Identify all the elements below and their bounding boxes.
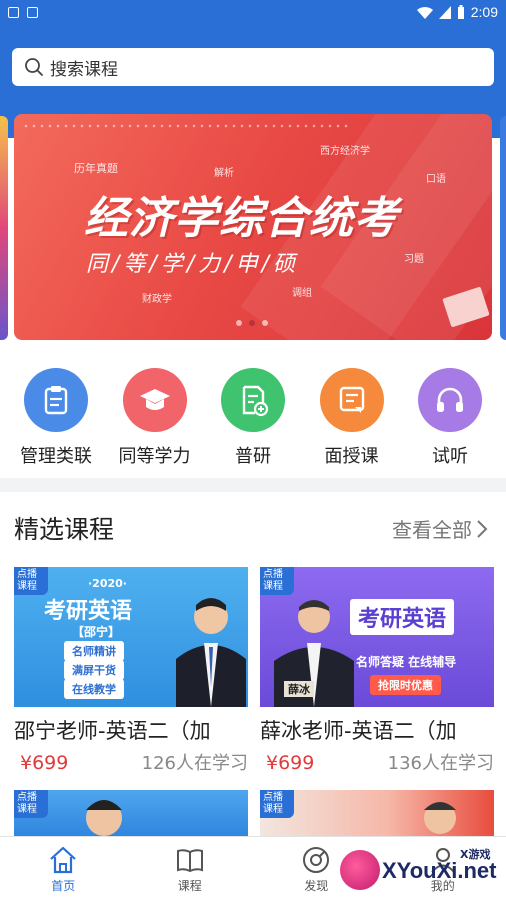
banner-subtitle: 同/等/学/力/申/硕	[86, 252, 300, 277]
category-label: 管理类联	[20, 446, 92, 467]
banner-label: 解析	[214, 168, 234, 179]
tab-label: 课程	[177, 879, 202, 893]
teacher-photo	[86, 800, 122, 836]
wifi-icon	[416, 6, 433, 19]
home-icon	[50, 846, 76, 874]
banner-label: 习题	[404, 254, 424, 265]
category-label: 同等学力	[118, 446, 191, 467]
compass-icon	[303, 847, 330, 873]
course-title: 邵宁老师-英语二（加	[14, 719, 211, 743]
banner-slide[interactable]: 历年真题 西方经济学 口语 经济学综合统考 同/等/学/力/申/硕 财政学 调组…	[14, 114, 492, 340]
course-card[interactable]: 点播课程	[14, 790, 248, 836]
notification-icon	[27, 6, 38, 18]
view-all-link[interactable]: 查看全部	[392, 514, 488, 543]
thumb-line: 名师答疑 在线辅导	[356, 655, 457, 669]
signal-icon	[438, 5, 451, 19]
banner-label: 调组	[292, 288, 312, 299]
course-card[interactable]: 点播课程 ·2020· 考研英语 【邵宁】 名师精讲 满屏干货 在线教学 邵宁老…	[14, 567, 248, 775]
watermark: XYouXi.net X游戏	[336, 846, 504, 894]
section-title: 精选课程	[14, 515, 115, 544]
tab-courses[interactable]: 课程	[127, 837, 254, 900]
search-placeholder: 搜索课程	[50, 59, 118, 80]
document-add-icon	[242, 385, 269, 417]
category-shiting[interactable]: 试听	[402, 362, 498, 474]
course-card[interactable]: 点播课程 考研英语 名师答疑 在线辅导 抢限时优惠 薛冰 薛冰老师-英语二（加 …	[260, 567, 494, 775]
teacher-photo	[176, 598, 246, 707]
thumb-pill: 满屏干货	[64, 660, 124, 680]
thumb-teacher-name: 薛冰	[284, 681, 314, 697]
pager-dot	[262, 320, 268, 326]
course-learners: 136人在学习	[387, 753, 494, 774]
course-thumbnail: 点播课程	[14, 790, 248, 836]
course-thumbnail: 点播课程 考研英语 名师答疑 在线辅导 抢限时优惠 薛冰	[260, 567, 494, 707]
tab-label: 发现	[304, 879, 329, 893]
search-icon	[25, 58, 43, 76]
course-thumbnail: 点播课程 ·2020· 考研英语 【邵宁】 名师精讲 满屏干货 在线教学	[14, 567, 248, 707]
course-title: 薛冰老师-英语二（加	[260, 719, 457, 743]
category-guanli[interactable]: 管理类联	[8, 362, 104, 474]
battery-icon	[457, 5, 464, 19]
chevron-right-icon	[477, 519, 488, 538]
thumb-pill: 抢限时优惠	[370, 675, 441, 695]
thumb-year: ·2020·	[88, 577, 127, 590]
pager-dot-active	[249, 320, 255, 326]
thumb-teacher: 【邵宁】	[72, 625, 121, 639]
course-tag: 点播课程	[14, 567, 48, 595]
category-tongdeng[interactable]: 同等学力	[107, 362, 203, 474]
thumb-pill: 在线教学	[64, 679, 124, 699]
thumb-heading: 考研英语	[44, 599, 133, 624]
graduation-cap-icon	[139, 389, 170, 410]
status-bar: 2:09	[0, 0, 506, 24]
pager-dot	[236, 320, 242, 326]
tab-home[interactable]: 首页	[0, 837, 127, 900]
view-all-label: 查看全部	[392, 518, 472, 542]
section-divider	[0, 478, 506, 492]
course-tag: 点播课程	[14, 790, 48, 818]
watermark-logo	[340, 850, 380, 890]
banner-title: 经济学综合统考	[84, 193, 399, 244]
thumb-pill: 名师精讲	[64, 641, 124, 661]
banner-label: 历年真题	[74, 162, 118, 175]
teacher-photo	[424, 802, 456, 834]
category-puyan[interactable]: 普研	[205, 362, 301, 474]
banner-label: 西方经济学	[320, 146, 370, 157]
watermark-subtext: X游戏	[460, 848, 491, 861]
banner-next-peek[interactable]	[500, 116, 506, 340]
course-card[interactable]: 点播课程	[260, 790, 494, 836]
course-price: ¥699	[266, 752, 315, 774]
chat-doc-icon	[339, 386, 364, 413]
course-learners: 126人在学习	[141, 753, 248, 774]
course-price: ¥699	[20, 752, 69, 774]
category-grid: 管理类联 同等学力 普研 面授课 试听	[0, 362, 506, 474]
category-label: 面授课	[324, 446, 379, 467]
banner-prev-peek[interactable]	[0, 116, 8, 340]
thumb-heading: 考研英语	[358, 607, 447, 632]
category-label: 普研	[235, 446, 271, 467]
category-label: 试听	[432, 446, 468, 467]
tab-label: 首页	[51, 879, 76, 893]
search-input[interactable]: 搜索课程	[12, 48, 494, 86]
clipboard-icon	[44, 386, 68, 415]
book-icon	[176, 849, 203, 873]
headphones-icon	[437, 387, 463, 412]
category-mianshou[interactable]: 面授课	[304, 362, 400, 474]
banner-label: 口语	[426, 174, 446, 185]
thumb-heading-box: 考研英语	[350, 599, 455, 635]
course-tag: 点播课程	[260, 790, 294, 818]
banner-label: 财政学	[142, 294, 172, 305]
carousel-pager	[236, 320, 268, 326]
image-icon	[8, 6, 19, 18]
status-time: 2:09	[470, 4, 498, 20]
course-thumbnail: 点播课程	[260, 790, 494, 836]
